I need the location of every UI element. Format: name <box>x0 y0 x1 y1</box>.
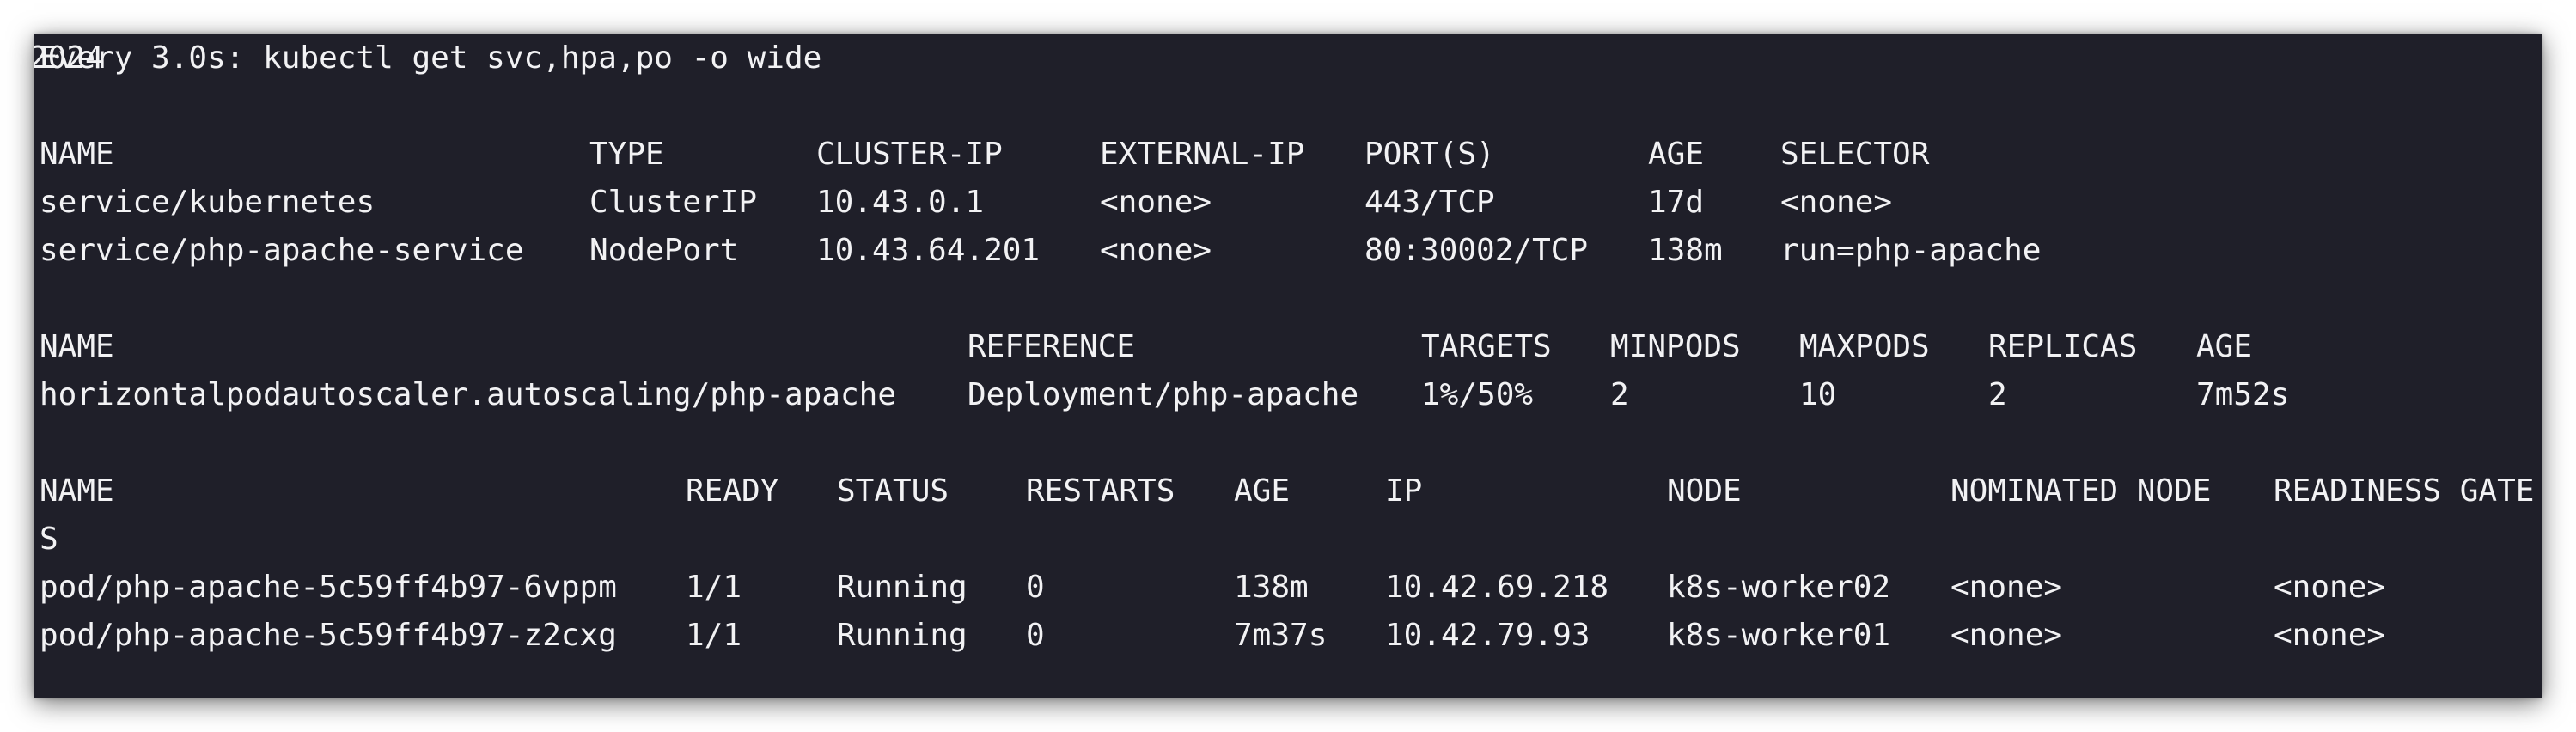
hpa-minpods: 2 <box>1610 377 1629 412</box>
svc-selector: <none> <box>1780 185 1893 220</box>
hpa-col-minpods: MINPODS <box>1610 329 1741 364</box>
pod-col-age: AGE <box>1234 473 1291 509</box>
svc-col-cluster-ip: CLUSTER-IP <box>816 137 1003 172</box>
pod-ip: 10.42.69.218 <box>1385 570 1609 605</box>
hpa-col-targets: TARGETS <box>1421 329 1552 364</box>
pod-ready: 1/1 <box>686 618 742 653</box>
hpa-header-row: NAME REFERENCE TARGETS MINPODS MAXPODS R… <box>40 323 2252 371</box>
host-timestamp: k8s-master01: Sat Feb 3 09:49:07 2024 <box>34 40 104 76</box>
table-row: service/php-apache-service NodePort 10.4… <box>40 227 2041 275</box>
hpa-name: horizontalpodautoscaler.autoscaling/php-… <box>40 377 896 412</box>
svc-col-age: AGE <box>1648 137 1705 172</box>
svc-age: 17d <box>1648 185 1705 220</box>
pod-ready: 1/1 <box>686 570 742 605</box>
svc-cluster-ip: 10.43.0.1 <box>816 185 985 220</box>
hpa-reference: Deployment/php-apache <box>968 377 1359 412</box>
pod-nominated-node: <none> <box>1950 570 2063 605</box>
watch-header-line: Every 3.0s: kubectl get svc,hpa,po -o wi… <box>34 34 821 82</box>
pod-col-readiness-gates: READINESS GATE <box>2274 473 2535 509</box>
pod-restarts: 0 <box>1026 570 1045 605</box>
hpa-maxpods: 10 <box>1799 377 1837 412</box>
pod-col-name: NAME <box>40 473 114 509</box>
svc-type: NodePort <box>589 233 739 268</box>
pod-col-status: STATUS <box>837 473 949 509</box>
pod-ip: 10.42.79.93 <box>1385 618 1590 653</box>
hpa-targets: 1%/50% <box>1421 377 1534 412</box>
hpa-col-reference: REFERENCE <box>968 329 1136 364</box>
svc-col-selector: SELECTOR <box>1780 137 1930 172</box>
hpa-col-name: NAME <box>40 329 114 364</box>
watch-command: Every 3.0s: kubectl get svc,hpa,po -o wi… <box>40 40 822 76</box>
pod-col-restarts: RESTARTS <box>1026 473 1175 509</box>
pod-col-ready: READY <box>686 473 779 509</box>
pod-col-ip: IP <box>1385 473 1423 509</box>
svc-external-ip: <none> <box>1100 233 1212 268</box>
pod-age: 138m <box>1234 570 1309 605</box>
svc-ports: 443/TCP <box>1364 185 1495 220</box>
table-row: service/kubernetes ClusterIP 10.43.0.1 <… <box>40 179 1892 227</box>
pods-header-wrap: S <box>40 515 114 564</box>
hpa-col-maxpods: MAXPODS <box>1799 329 1930 364</box>
services-header-row: NAME TYPE CLUSTER-IP EXTERNAL-IP PORT(S)… <box>40 131 1929 179</box>
svc-col-ports: PORT(S) <box>1364 137 1495 172</box>
svc-cluster-ip: 10.43.64.201 <box>816 233 1041 268</box>
table-row: pod/php-apache-5c59ff4b97-6vppm 1/1 Runn… <box>40 564 2385 612</box>
svc-name: service/php-apache-service <box>40 233 524 268</box>
svc-name: service/kubernetes <box>40 185 375 220</box>
pod-status: Running <box>837 618 968 653</box>
pod-readiness-gates: <none> <box>2274 570 2386 605</box>
pod-header-wrapped-char: S <box>40 522 58 557</box>
pod-node: k8s-worker02 <box>1667 570 1891 605</box>
svc-age: 138m <box>1648 233 1723 268</box>
pods-header-row: NAME READY STATUS RESTARTS AGE IP NODE N… <box>40 467 2534 515</box>
svc-col-type: TYPE <box>589 137 664 172</box>
svc-external-ip: <none> <box>1100 185 1212 220</box>
pod-name: pod/php-apache-5c59ff4b97-6vppm <box>40 570 617 605</box>
hpa-col-age: AGE <box>2196 329 2253 364</box>
table-row: horizontalpodautoscaler.autoscaling/php-… <box>40 371 2289 419</box>
pod-node: k8s-worker01 <box>1667 618 1891 653</box>
pod-readiness-gates: <none> <box>2274 618 2386 653</box>
pod-restarts: 0 <box>1026 618 1045 653</box>
svc-col-name: NAME <box>40 137 114 172</box>
pod-name: pod/php-apache-5c59ff4b97-z2cxg <box>40 618 617 653</box>
terminal-window[interactable]: Every 3.0s: kubectl get svc,hpa,po -o wi… <box>34 34 2542 698</box>
svc-type: ClusterIP <box>589 185 758 220</box>
svc-ports: 80:30002/TCP <box>1364 233 1589 268</box>
hpa-replicas: 2 <box>1988 377 2007 412</box>
pod-col-node: NODE <box>1667 473 1742 509</box>
pod-col-nominated-node: NOMINATED NODE <box>1950 473 2212 509</box>
svc-col-external-ip: EXTERNAL-IP <box>1100 137 1305 172</box>
table-row: pod/php-apache-5c59ff4b97-z2cxg 1/1 Runn… <box>40 612 2385 660</box>
svc-selector: run=php-apache <box>1780 233 2042 268</box>
hpa-col-replicas: REPLICAS <box>1988 329 2138 364</box>
hpa-age: 7m52s <box>2196 377 2290 412</box>
pod-nominated-node: <none> <box>1950 618 2063 653</box>
pod-status: Running <box>837 570 968 605</box>
pod-age: 7m37s <box>1234 618 1328 653</box>
